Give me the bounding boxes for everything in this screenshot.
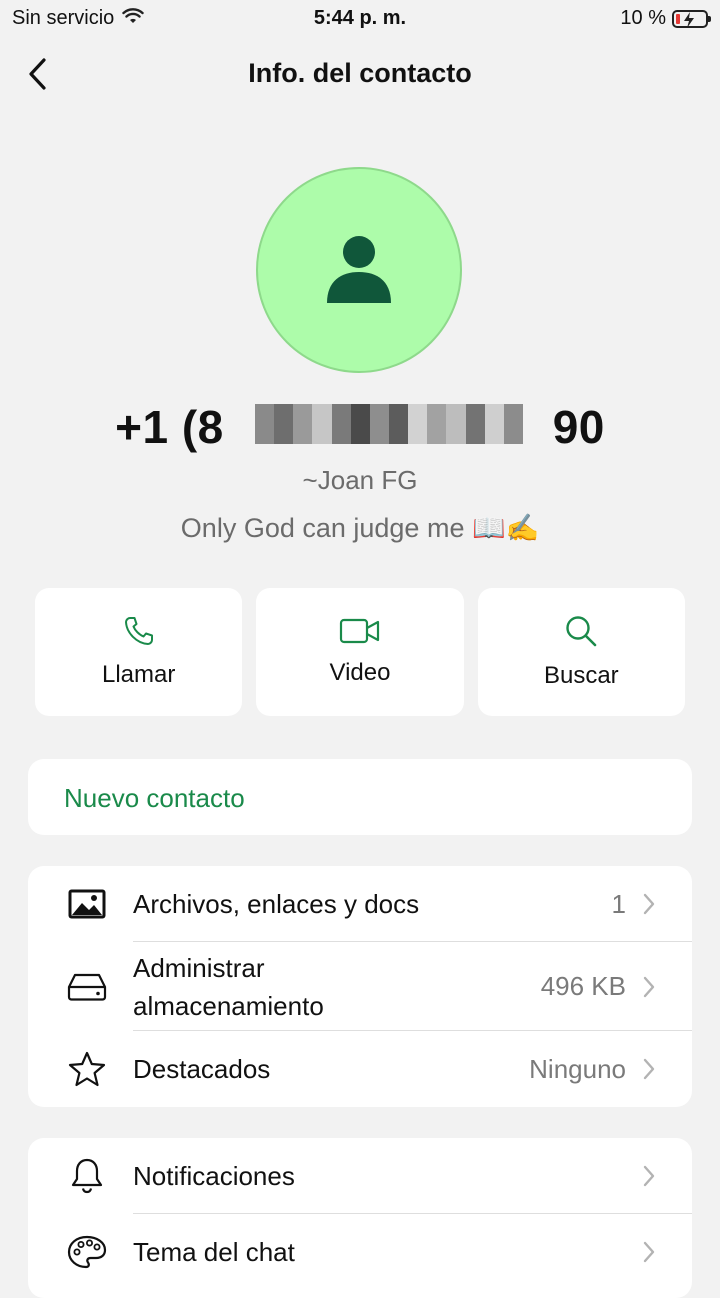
chevron-right-icon [640,1057,658,1081]
list-item-storage[interactable]: Administrar almacenamiento 496 KB [28,942,692,1031]
avatar[interactable] [256,167,462,373]
list-item-starred[interactable]: Destacados Ninguno [28,1031,692,1107]
palette-icon [66,1231,108,1273]
new-contact-label: Nuevo contacto [64,783,245,813]
search-icon [566,616,597,647]
storage-label: Administrar almacenamiento [133,952,324,1021]
video-label: Video [329,659,391,686]
phone-icon [124,617,153,645]
chevron-right-icon [640,1240,658,1264]
list-item-notifications[interactable]: Notificaciones [28,1138,692,1214]
battery-icon [672,9,711,28]
chevron-right-icon [640,1164,658,1188]
status-time: 5:44 p. m. [313,7,407,29]
chat-theme-label: Tema del chat [133,1237,295,1267]
page-title: Info. del contacto [248,58,472,88]
settings-list: Notificaciones Tema del chat [28,1138,692,1298]
image-icon [66,883,108,925]
storage-icon [66,966,108,1008]
new-contact-button[interactable]: Nuevo contacto [28,759,692,835]
call-button[interactable]: Llamar [35,588,243,716]
video-icon [339,618,380,644]
nav-bar: Info. del contacto [0,48,720,102]
call-label: Llamar [101,661,176,688]
list-item-files[interactable]: Archivos, enlaces y docs 1 [28,866,692,942]
video-button[interactable]: Video [256,588,464,716]
files-label: Archivos, enlaces y docs [133,889,420,919]
list-item-chat-theme[interactable]: Tema del chat [28,1214,692,1290]
search-button[interactable]: Buscar [477,588,685,716]
media-list: Archivos, enlaces y docs 1 Administrar a… [28,866,692,1107]
battery-percent: 10 % [620,7,666,29]
status-right: 10 % [620,7,711,30]
pixelation-overlay [255,404,523,444]
action-buttons: Llamar Video Buscar [35,588,685,716]
bell-icon [66,1155,108,1197]
notifications-label: Notificaciones [133,1161,295,1191]
starred-value: Ninguno [529,1053,626,1084]
contact-about: Only God can judge me 📖✍️ [180,513,540,543]
search-label: Buscar [543,662,619,689]
starred-label: Destacados [133,1054,271,1084]
chevron-right-icon [640,975,658,999]
status-bar: Sin servicio 5:44 p. m. 10 % [0,0,720,38]
chevron-right-icon [640,892,658,916]
star-icon [66,1048,108,1090]
storage-size: 496 KB [540,971,626,1001]
person-icon [327,236,391,303]
files-count: 1 [611,888,626,919]
contact-alias: ~Joan FG [302,465,418,495]
